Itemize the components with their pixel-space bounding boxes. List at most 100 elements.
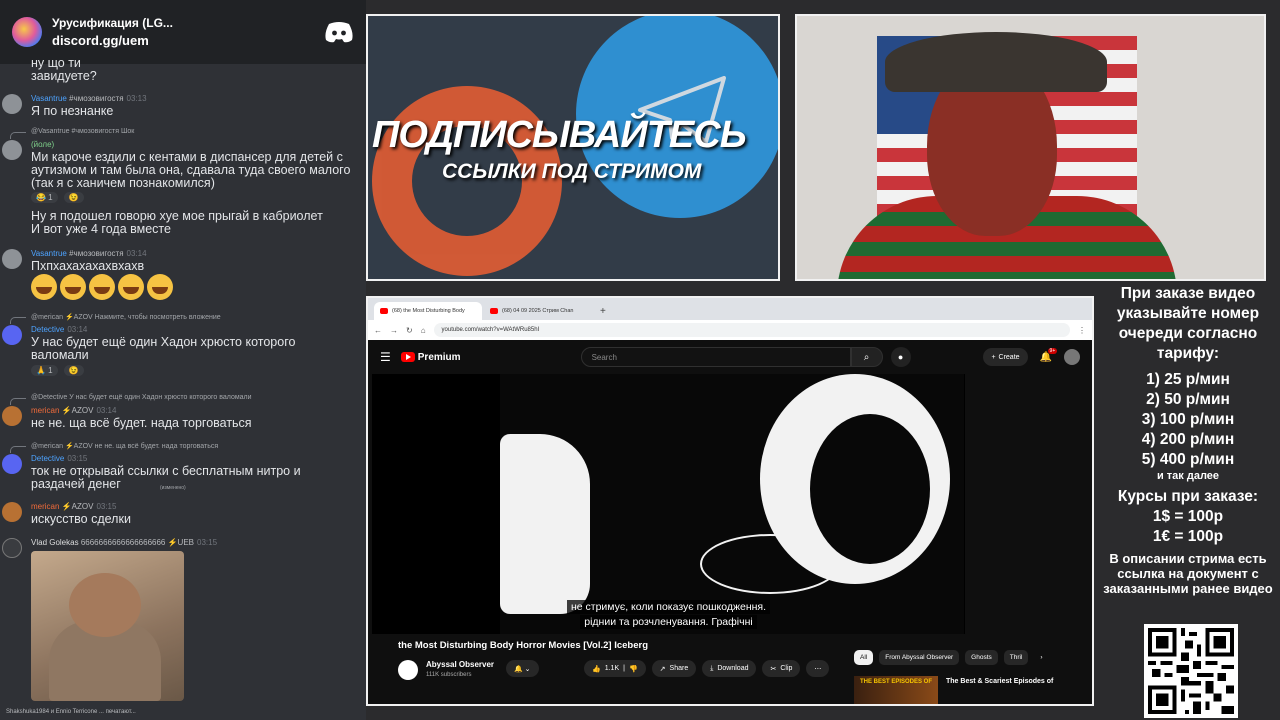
timestamp: 03:14 xyxy=(96,406,117,415)
avatar[interactable] xyxy=(2,502,22,522)
timestamp: 03:14 xyxy=(67,325,88,334)
message-text: Я по незнанке xyxy=(31,104,114,118)
reply-connector xyxy=(10,446,26,453)
timestamp: 03:14 xyxy=(126,249,147,258)
timestamp: 03:13 xyxy=(126,94,147,103)
menu-icon[interactable]: ☰ xyxy=(380,350,391,364)
message-text: Ну я подошел говорю хуе мое прыгай в каб… xyxy=(31,209,323,236)
recommended-thumbnail[interactable]: THE BEST EPISODES OF xyxy=(854,676,938,704)
channel-name[interactable]: Abyssal Observer xyxy=(426,660,494,669)
reply-connector xyxy=(10,317,26,324)
search-input[interactable]: Search xyxy=(580,347,851,367)
author-name[interactable]: Detective xyxy=(31,454,64,463)
chevron-right-icon[interactable]: › xyxy=(1034,650,1048,665)
more-icon[interactable]: ⋯ xyxy=(806,660,830,677)
notification-bell-button[interactable]: 🔔 ⌄ xyxy=(506,660,539,677)
scissors-icon: ✂ xyxy=(770,665,777,673)
browser-tab[interactable]: (68) 04 09 2025 Стрим Chan xyxy=(484,302,592,320)
subtitle-line: ріднии та розчленування. Графічні xyxy=(372,615,965,629)
create-button[interactable]: + Create xyxy=(983,348,1028,366)
download-button[interactable]: ⤓ Download xyxy=(702,660,757,677)
chip-all[interactable]: All xyxy=(854,650,874,665)
reaction[interactable]: 😉 xyxy=(63,365,84,376)
qr-code[interactable] xyxy=(1144,624,1238,718)
author-name[interactable]: (йоле) xyxy=(31,140,54,149)
author-name[interactable]: merican xyxy=(31,406,59,415)
subscribe-area: 🔔 ⌄ xyxy=(506,660,539,677)
reaction-bar: 🙏 1 😉 xyxy=(31,365,84,376)
avatar[interactable] xyxy=(2,249,22,269)
new-tab-icon[interactable]: + xyxy=(594,306,612,320)
video-frame xyxy=(500,374,964,634)
channel-avatar[interactable] xyxy=(398,660,418,680)
laughing-emoji-icon xyxy=(89,274,115,300)
video-player[interactable]: не стримує, коли показує пошкодження. рі… xyxy=(372,374,965,634)
laughing-emoji-icon xyxy=(60,274,86,300)
account-avatar[interactable] xyxy=(1064,349,1080,365)
edited-marker: (изменено) xyxy=(160,485,186,491)
forward-icon[interactable]: → xyxy=(390,326,398,335)
author-name[interactable]: merican xyxy=(31,502,59,511)
author-tag: ⚡AZOV xyxy=(61,406,94,415)
chip-channel[interactable]: From Abyssal Observer xyxy=(879,650,960,665)
recommended-video[interactable]: THE BEST EPISODES OF The Best & Scariest… xyxy=(854,676,1090,704)
author-name[interactable]: Vlad Golekas xyxy=(31,538,79,547)
rate-line: 1€ = 100р xyxy=(1152,528,1224,545)
reply-preview[interactable]: @Vasantrue #чмозовигостя Шок xyxy=(31,128,134,135)
tariff-line: 5) 400 р/мин xyxy=(1141,451,1235,468)
avatar[interactable] xyxy=(2,406,22,426)
clip-button[interactable]: ✂ Clip xyxy=(762,660,801,677)
avatar[interactable] xyxy=(2,94,22,114)
recommendation-chips: All From Abyssal Observer Ghosts Thril › xyxy=(854,650,1049,665)
share-icon: ↗ xyxy=(659,665,666,673)
tariff-line: 3) 100 р/мин xyxy=(1141,411,1235,428)
reaction[interactable]: 😂 1 xyxy=(31,192,58,203)
order-heading: При заказе видео указывайте номер очеред… xyxy=(1116,285,1260,362)
recommended-title[interactable]: The Best & Scariest Episodes of xyxy=(946,678,1053,685)
youtube-logo[interactable]: Premium xyxy=(400,352,461,363)
avatar[interactable] xyxy=(2,140,22,160)
author-tag: 6666666666666666666 ⚡UEB xyxy=(80,538,194,547)
author-name[interactable]: Detective xyxy=(31,325,64,334)
timestamp: 03:15 xyxy=(67,454,88,463)
action-bar: 👍 1.1K | 👎 ↗ Share ⤓ Download ✂ Clip ⋯ xyxy=(584,660,830,677)
server-header[interactable]: Урусификация (LG... discord.gg/uem xyxy=(0,0,366,64)
typing-indicator: Shakshuka1984 и Ennio Terricone ... печа… xyxy=(6,709,136,715)
rates-title: Курсы при заказе: xyxy=(1117,488,1259,505)
reload-icon[interactable]: ↻ xyxy=(406,326,413,335)
reply-preview[interactable]: @merican ⚡AZOV Нажмите, чтобы посмотреть… xyxy=(31,313,221,321)
server-icon xyxy=(12,17,42,47)
reaction[interactable]: 😉 xyxy=(63,192,84,203)
youtube-icon xyxy=(490,308,498,314)
notifications-icon[interactable]: 🔔 9+ xyxy=(1040,347,1058,363)
chip-ghosts[interactable]: Ghosts xyxy=(965,650,998,665)
tab-bar: (68) the Most Disturbing Body (68) 04 09… xyxy=(368,298,1092,320)
extensions-icon[interactable]: ⋮ xyxy=(1078,326,1086,335)
home-icon[interactable]: ⌂ xyxy=(421,326,426,335)
url-field[interactable]: youtube.com/watch?v=WAtWRu85hI xyxy=(433,323,1070,337)
like-button[interactable]: 👍 1.1K | 👎 xyxy=(584,660,646,677)
reaction[interactable]: 🙏 1 xyxy=(31,365,58,376)
chip-thriller[interactable]: Thril xyxy=(1003,650,1029,665)
download-icon: ⤓ xyxy=(710,664,714,672)
channel-info[interactable]: Abyssal Observer 111K subscribers xyxy=(398,658,598,682)
search-icon[interactable]: ⌕ xyxy=(850,347,883,367)
reply-preview[interactable]: @Detective У нас будет ещё один Хадон хр… xyxy=(31,394,252,401)
author-name[interactable]: Vasantrue xyxy=(31,249,67,258)
subscriber-count: 111K subscribers xyxy=(426,672,472,678)
avatar[interactable] xyxy=(2,538,22,558)
avatar[interactable] xyxy=(2,454,22,474)
tariff-line: 2) 50 р/мин xyxy=(1146,391,1230,408)
monkey-image[interactable] xyxy=(31,551,184,701)
thumbs-down-icon: 👎 xyxy=(628,665,638,673)
server-invite-link[interactable]: discord.gg/uem xyxy=(52,33,324,48)
reply-preview[interactable]: @merican ⚡AZOV не не. ща всё будет. нада… xyxy=(31,442,218,450)
microphone-icon[interactable]: ● xyxy=(890,347,911,367)
browser-tab[interactable]: (68) the Most Disturbing Body xyxy=(374,302,482,320)
reply-connector xyxy=(10,132,26,139)
author-name[interactable]: Vasantrue xyxy=(31,94,67,103)
back-icon[interactable]: ← xyxy=(374,326,382,335)
share-button[interactable]: ↗ Share xyxy=(651,660,697,677)
avatar[interactable] xyxy=(2,325,22,345)
message-text: ну що ти завидуете? xyxy=(31,56,97,83)
